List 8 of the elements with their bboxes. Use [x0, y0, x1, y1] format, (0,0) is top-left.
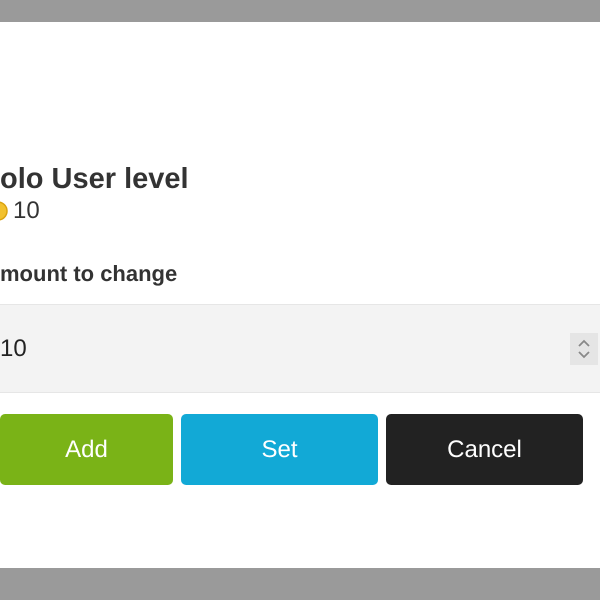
dialog-title: olo User level [0, 162, 189, 197]
cancel-button[interactable]: Cancel [386, 414, 583, 485]
amount-field[interactable]: 10 [0, 304, 600, 393]
amount-input[interactable]: 10 [0, 330, 570, 366]
field-label: mount to change [0, 260, 178, 288]
spinner-icon[interactable] [570, 332, 598, 364]
coin-icon [0, 201, 8, 221]
current-value: 10 [13, 196, 40, 226]
